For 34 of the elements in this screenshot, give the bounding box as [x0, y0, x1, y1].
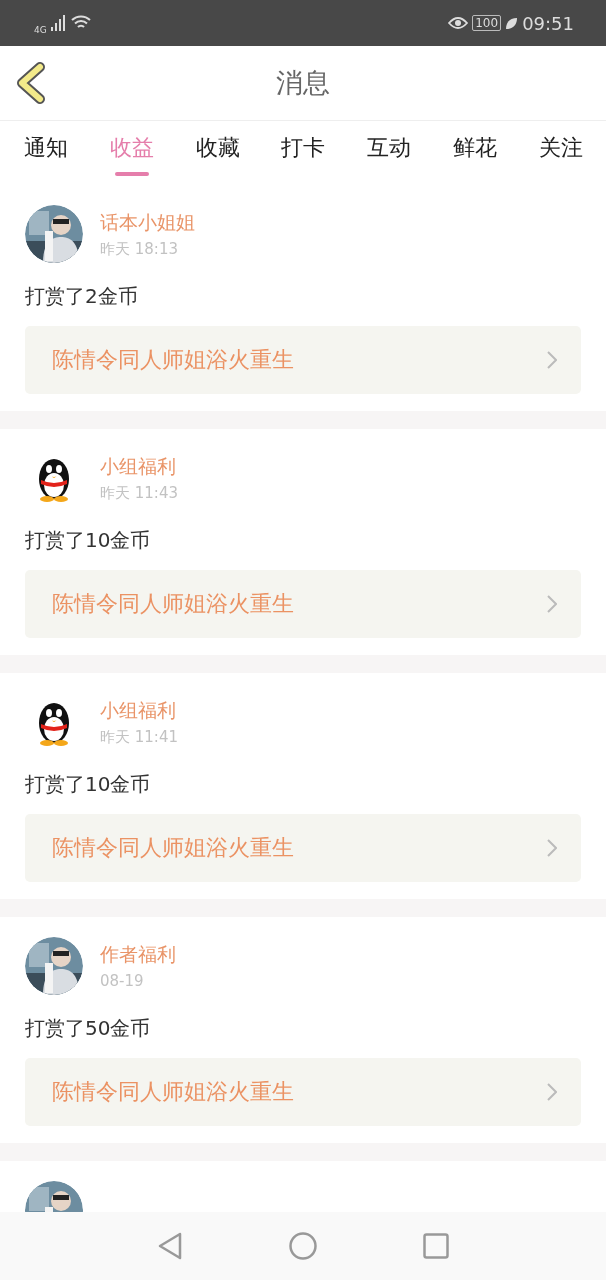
tab[interactable]: 互动 — [355, 121, 424, 177]
network-label: 4G — [34, 25, 47, 35]
message-time: 昨天 18:13 — [100, 239, 179, 259]
clock-time: 09:51 — [522, 12, 574, 34]
back-nav-button[interactable] — [157, 1232, 183, 1260]
signal-icon — [50, 15, 67, 31]
tab-underline — [114, 172, 149, 176]
chevron-right-icon — [547, 839, 557, 857]
message-time: 昨天 11:41 — [100, 727, 178, 747]
leaf-icon — [505, 16, 519, 30]
tab[interactable]: 通知 — [12, 121, 80, 177]
tab[interactable]: 收藏 — [183, 121, 252, 177]
sender-name: 作者福利 — [100, 942, 176, 967]
chevron-right-icon — [547, 595, 557, 613]
tab[interactable]: 关注 — [526, 121, 595, 177]
message-text: 打赏了50金币 — [25, 1015, 152, 1042]
message-time: 昨天 11:43 — [100, 483, 178, 503]
sender-name: 小组福利 — [100, 453, 177, 479]
sender-name: 话本小姐姐 — [100, 209, 195, 235]
tab[interactable]: 鲜花 — [441, 121, 510, 177]
page-title: 消息 — [276, 66, 330, 100]
back-button[interactable] — [14, 62, 48, 104]
message-text: 打赏了2金币 — [25, 283, 139, 310]
home-button[interactable] — [289, 1232, 317, 1260]
message-text: 打赏了10金币 — [25, 771, 152, 798]
battery-level: 100 — [472, 15, 502, 31]
recents-button[interactable] — [423, 1233, 449, 1259]
sender-name: 小组福利 — [100, 697, 177, 723]
message-text: 打赏了10金币 — [25, 527, 152, 554]
chevron-right-icon — [547, 1083, 557, 1101]
tab[interactable]: 打卡 — [269, 121, 338, 177]
chevron-right-icon — [547, 351, 557, 369]
message-time: 08-19 — [100, 972, 145, 990]
eye-icon — [448, 16, 469, 30]
